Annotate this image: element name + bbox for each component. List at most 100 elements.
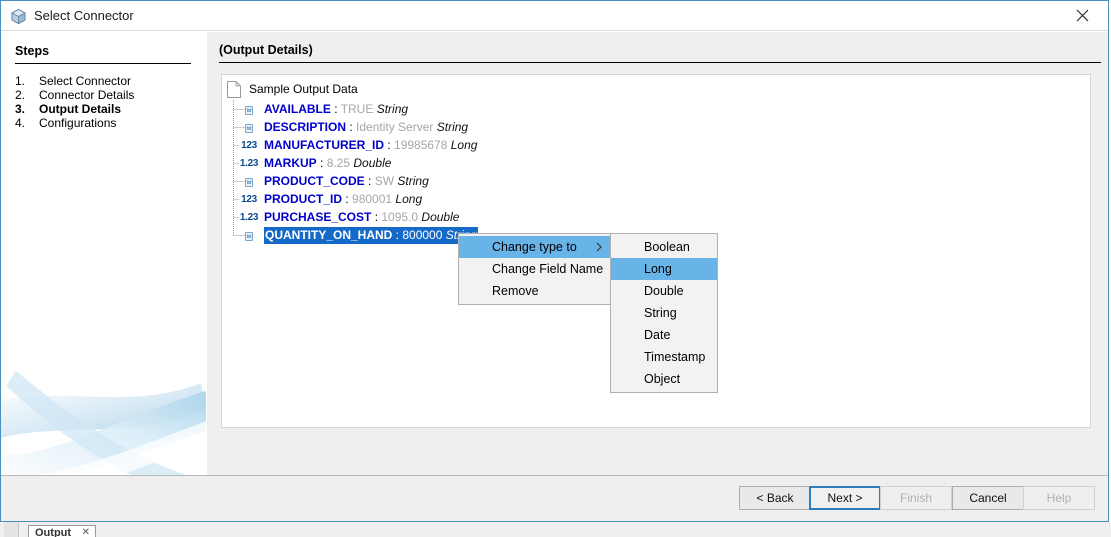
table-row[interactable]: 1.23 MARKUP : 8.25 Double [222,154,1090,172]
field-type: Double [353,156,392,171]
steps-pane: Steps 1. Select Connector 2. Connector D… [1,32,207,521]
table-row[interactable]: 123 PRODUCT_ID : 980001 Long [222,190,1090,208]
string-type-icon: txt [239,226,259,244]
dialog-button-bar: < Back Next > Finish Cancel Help [1,475,1108,521]
select-connector-dialog: Select Connector Steps 1. Select Connect… [0,0,1109,522]
submenu-item-label: Timestamp [644,350,706,364]
submenu-item-date[interactable]: Date [611,324,717,346]
double-type-icon: 1.23 [239,153,259,173]
chevron-right-icon [596,242,602,252]
step-item-4[interactable]: 4. Configurations [15,116,205,130]
step-item-3[interactable]: 3. Output Details [15,102,205,116]
type-icon-label: 1.23 [239,158,259,169]
submenu-item-label: Boolean [644,240,690,254]
close-icon[interactable] [1060,1,1104,30]
step-number: 1. [15,74,26,88]
dialog-titlebar: Select Connector [1,1,1108,31]
submenu-item-label: Date [644,328,671,342]
step-label: Output Details [39,102,122,116]
table-row[interactable]: 1.23 PURCHASE_COST : 1095.0 Double [222,208,1090,226]
field-value: 19985678 [394,138,448,153]
field-value: Identity Server [356,120,434,134]
field-value: 800000 [402,228,443,243]
type-icon-label: 123 [241,194,257,205]
tree-root-label: Sample Output Data [249,82,358,96]
field-name: PURCHASE_COST [264,210,372,225]
type-icon-label: txt [244,123,254,133]
field-type: String [397,174,429,188]
step-label: Configurations [39,116,117,130]
submenu-item-object[interactable]: Object [611,368,717,390]
step-number: 4. [15,116,26,130]
step-item-1[interactable]: 1. Select Connector [15,74,205,88]
submenu-item-label: Long [644,262,672,276]
submenu-item-long[interactable]: Long [611,258,717,280]
long-type-icon: 123 [239,135,259,155]
field-value: 980001 [352,192,393,207]
field-name: PRODUCT_CODE [264,174,365,188]
submenu-item-timestamp[interactable]: Timestamp [611,346,717,368]
step-number: 3. [15,102,26,116]
menu-item-change-field-name[interactable]: Change Field Name [459,258,610,280]
step-item-2[interactable]: 2. Connector Details [15,88,205,102]
string-type-icon: txt [239,100,259,118]
cube-icon [10,8,27,25]
ide-bottom-tabstrip: Output ✕ [0,522,1111,537]
table-row[interactable]: txt PRODUCT_CODE : SW String [222,172,1090,190]
field-value: 1095.0 [381,210,419,225]
type-submenu: Boolean Long Double String Date Timestam… [610,233,718,393]
steps-heading: Steps [15,44,50,58]
field-value: TRUE [340,102,374,116]
field-name: MANUFACTURER_ID [264,138,384,153]
step-label: Connector Details [39,88,135,102]
help-button: Help [1023,486,1095,510]
document-icon [227,80,242,98]
type-icon-label: txt [244,177,254,187]
steps-divider [15,63,191,64]
field-name: QUANTITY_ON_HAND [265,228,393,243]
tree-field-list: txt AVAILABLE : TRUE String txt DESCRIPTIO… [222,100,1090,245]
table-row[interactable]: txt DESCRIPTION : Identity Server String [222,118,1090,136]
submenu-item-double[interactable]: Double [611,280,717,302]
field-name: PRODUCT_ID [264,192,343,207]
submenu-item-label: Double [644,284,684,298]
page-title: (Output Details) [219,43,313,57]
tree-root-node[interactable]: Sample Output Data [227,79,358,99]
dialog-title: Select Connector [34,8,134,23]
field-type: String [376,102,409,116]
submenu-item-string[interactable]: String [611,302,717,324]
context-menu: Change type to Change Field Name Remove [458,233,611,305]
type-icon-label: 1.23 [239,212,259,223]
field-value: SW [374,174,395,188]
step-number: 2. [15,88,26,102]
menu-item-remove[interactable]: Remove [459,280,610,302]
tab-output-label: Output [35,527,72,537]
menu-item-label: Change type to [492,240,577,254]
submenu-item-boolean[interactable]: Boolean [611,236,717,258]
tab-output[interactable]: Output ✕ [28,525,96,537]
menu-item-change-type-to[interactable]: Change type to [459,236,610,258]
table-row[interactable]: txt AVAILABLE : TRUE String [222,100,1090,118]
field-type: String [436,120,469,134]
type-icon-label: txt [244,231,254,241]
field-type: Double [421,210,460,225]
type-icon-label: txt [244,105,254,115]
type-icon-label: 123 [241,140,257,151]
double-type-icon: 1.23 [239,207,259,227]
steps-list: 1. Select Connector 2. Connector Details… [15,74,205,130]
field-type: Long [450,138,478,153]
field-name: DESCRIPTION [264,120,347,134]
step-label: Select Connector [39,74,132,88]
next-button[interactable]: Next > [809,486,881,510]
tab-close-icon[interactable]: ✕ [82,527,90,537]
table-row[interactable]: 123 MANUFACTURER_ID : 19985678 Long [222,136,1090,154]
submenu-item-label: Object [644,372,681,386]
field-type: Long [395,192,423,207]
string-type-icon: txt [239,118,259,136]
selection-highlight: QUANTITY_ON_HAND : 800000 String [264,227,479,245]
page-title-divider [219,62,1101,63]
cancel-button[interactable]: Cancel [952,486,1024,510]
back-button[interactable]: < Back [739,486,811,510]
field-value: 8.25 [326,156,351,171]
submenu-item-label: String [644,306,677,320]
